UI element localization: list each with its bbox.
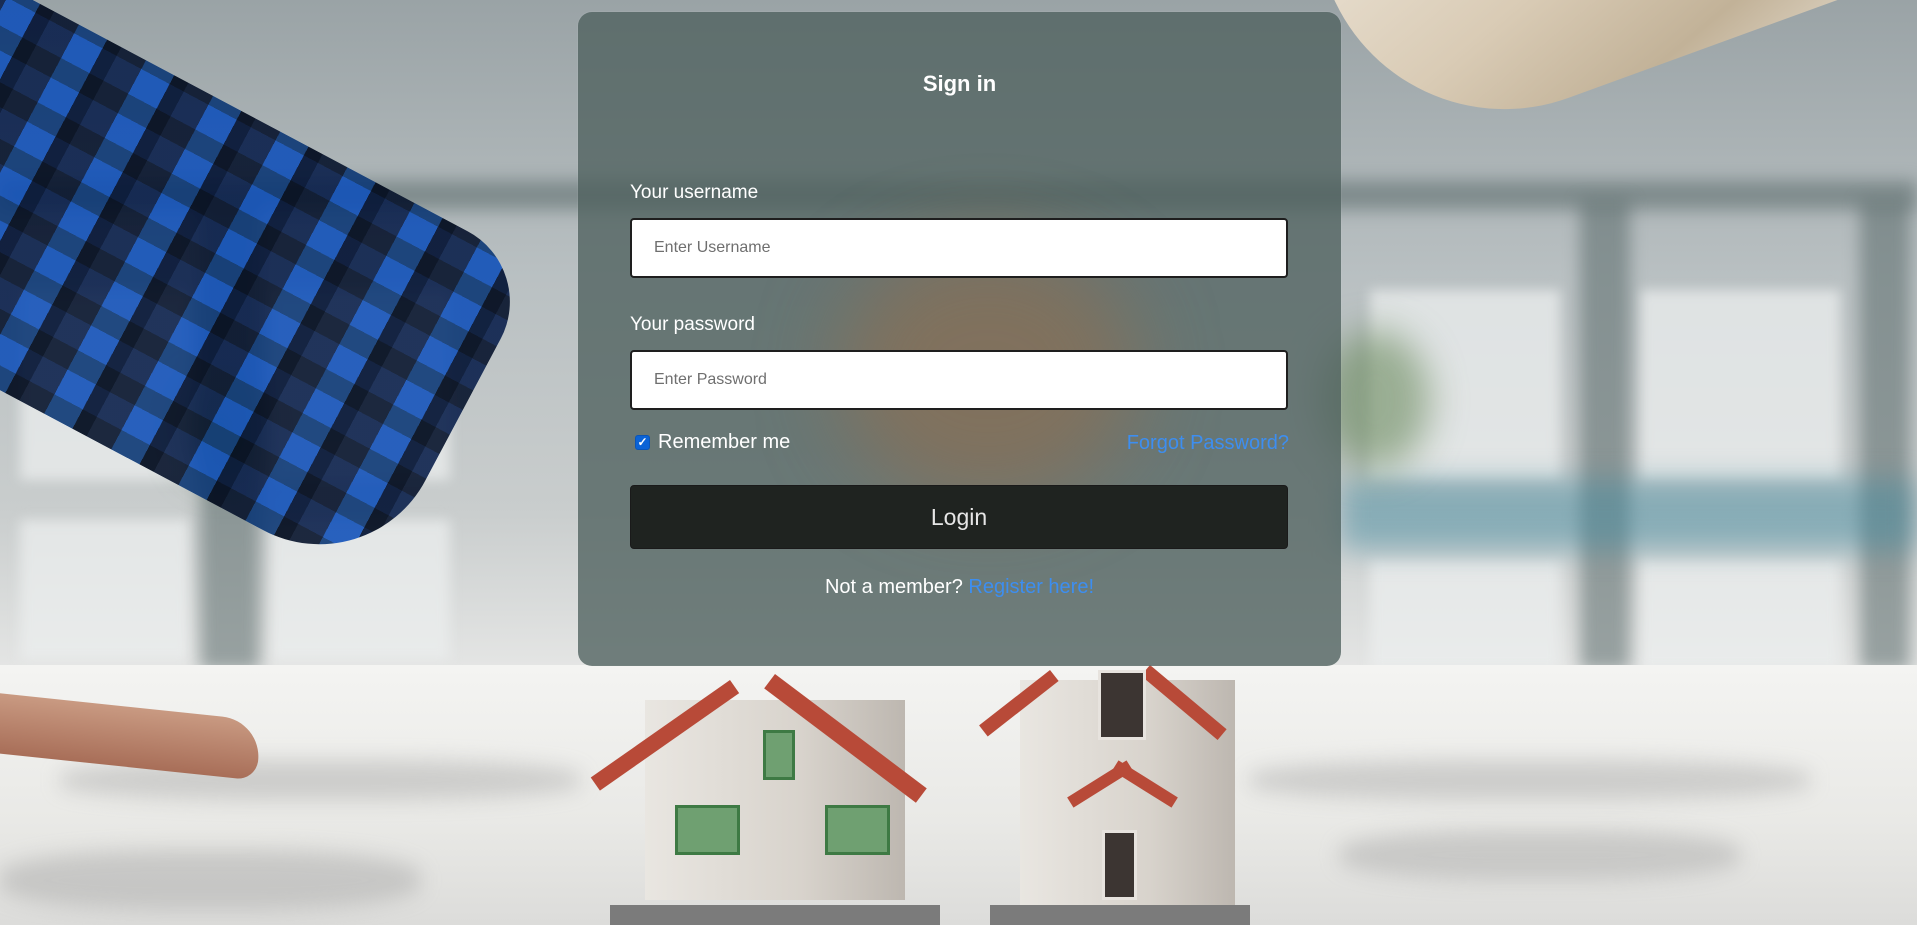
forgot-password-link[interactable]: Forgot Password? (1127, 432, 1289, 455)
register-prompt: Not a member? (824, 576, 963, 598)
model-house-right (979, 660, 1270, 925)
remember-me-row: ✓ Remember me (635, 431, 790, 454)
username-label: Your username (630, 182, 759, 203)
register-link[interactable]: Register here! (968, 576, 1094, 598)
model-house-left (590, 660, 950, 925)
checkmark-icon: ✓ (637, 435, 648, 449)
login-card: Sign in Your username Your password ✓ Re… (578, 12, 1341, 666)
password-input[interactable] (630, 350, 1288, 410)
beige-sleeve (1290, 0, 1917, 162)
page-title: Sign in (922, 71, 997, 96)
remember-me-checkbox[interactable]: ✓ (635, 435, 650, 450)
password-label: Your password (630, 314, 755, 335)
username-input[interactable] (630, 218, 1288, 278)
plaid-sleeve (0, 0, 539, 587)
remember-me-label[interactable]: Remember me (658, 431, 790, 454)
register-line: Not a member? Register here! (578, 576, 1341, 599)
login-button[interactable]: Login (630, 485, 1288, 549)
